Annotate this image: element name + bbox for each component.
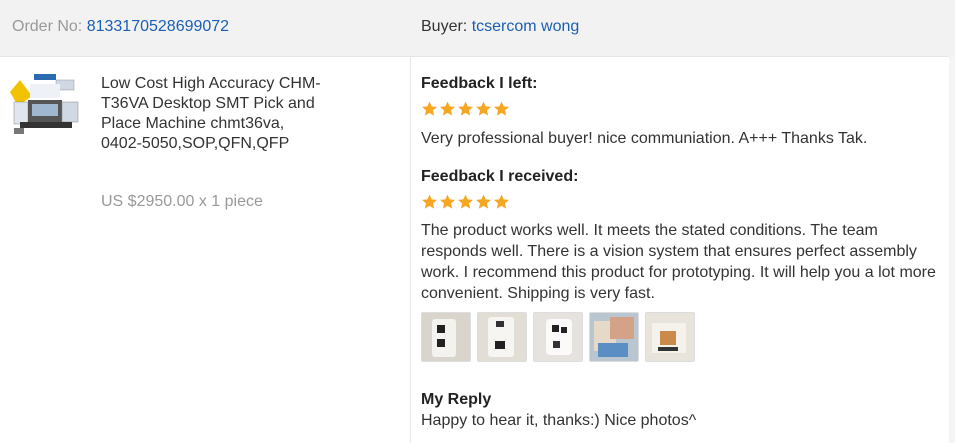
star-icon — [458, 194, 473, 209]
feedback-photo-4[interactable] — [589, 312, 639, 362]
feedback-photo-3[interactable] — [533, 312, 583, 362]
photo-3-icon — [534, 313, 582, 361]
my-reply-heading: My Reply — [421, 391, 492, 408]
star-icon — [440, 194, 455, 209]
photo-1-icon — [422, 313, 470, 361]
product-price: US $2950.00 x 1 piece — [101, 193, 263, 210]
my-reply-text: Happy to hear it, thanks:) Nice photos^ — [421, 412, 697, 429]
photo-4-icon — [590, 313, 638, 361]
order-header: Order No: 8133170528699072 Buyer: tcserc… — [0, 0, 955, 57]
star-icon — [422, 194, 437, 209]
feedback-photo-2[interactable] — [477, 312, 527, 362]
star-icon — [476, 194, 491, 209]
photo-5-icon — [646, 313, 694, 361]
star-icon — [476, 101, 491, 116]
scrollbar[interactable] — [949, 56, 955, 443]
star-icon — [422, 101, 437, 116]
feedback-photos — [421, 312, 695, 362]
star-icon — [458, 101, 473, 116]
feedback-left-heading: Feedback I left: — [421, 75, 538, 92]
buyer-name-link[interactable]: tcsercom wong — [472, 18, 580, 35]
feedback-received-text: The product works well. It meets the sta… — [421, 222, 936, 302]
feedback-received-stars — [421, 193, 510, 213]
star-icon — [440, 101, 455, 116]
product-panel: Low Cost High Accuracy CHM-T36VA Desktop… — [0, 57, 411, 443]
photo-2-icon — [478, 313, 526, 361]
feedback-photo-1[interactable] — [421, 312, 471, 362]
feedback-photo-5[interactable] — [645, 312, 695, 362]
star-icon — [494, 194, 509, 209]
product-thumbnail[interactable] — [10, 70, 84, 138]
star-icon — [494, 101, 509, 116]
feedback-left-stars — [421, 100, 510, 120]
product-image-icon — [10, 70, 84, 138]
feedback-left-text: Very professional buyer! nice communiati… — [421, 130, 868, 147]
buyer-label: Buyer: — [421, 18, 468, 35]
order-label: Order No: — [12, 18, 83, 35]
feedback-received-heading: Feedback I received: — [421, 168, 579, 185]
order-number-link[interactable]: 8133170528699072 — [87, 18, 229, 35]
buyer-info: Buyer: tcsercom wong — [421, 18, 579, 36]
product-title-link[interactable]: Low Cost High Accuracy CHM-T36VA Desktop… — [101, 74, 326, 154]
order-number: Order No: 8133170528699072 — [12, 18, 229, 36]
